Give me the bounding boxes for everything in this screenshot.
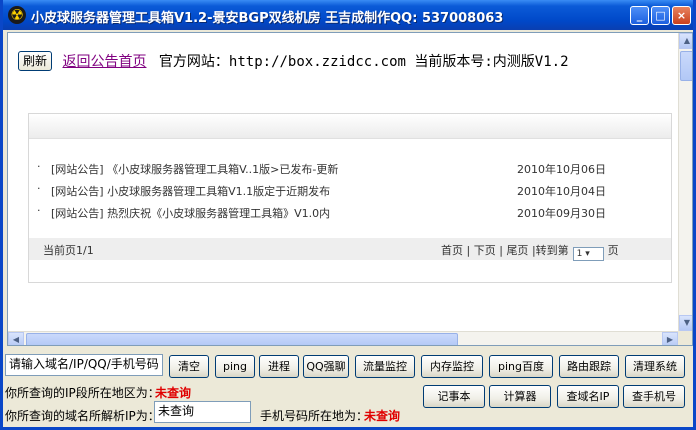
scrollbar-corner <box>678 331 692 345</box>
ip-region-label: 你所查询的IP段所在地区为： <box>5 386 160 400</box>
separator: | <box>466 244 471 257</box>
close-button[interactable]: × <box>672 6 691 25</box>
news-date: 2010年10月06日 <box>517 163 606 176</box>
bullet-icon: · <box>37 204 41 217</box>
first-page-link[interactable]: 首页 <box>441 244 463 257</box>
calculator-button[interactable]: 计算器 <box>489 385 551 408</box>
traceroute-button[interactable]: 路由跟踪 <box>559 355 619 378</box>
list-item[interactable]: · [网站公告] 《小皮球服务器管理工具箱V..1版>已发布-更新 2010年1… <box>37 160 657 178</box>
news-date: 2010年09月30日 <box>517 207 606 220</box>
list-item[interactable]: · [网站公告] 热烈庆祝《小皮球服务器管理工具箱》V1.0内 2010年09月… <box>37 204 657 222</box>
memory-monitor-button[interactable]: 内存监控 <box>421 355 483 378</box>
scroll-down-icon[interactable]: ▼ <box>679 315 692 331</box>
scroll-up-icon[interactable]: ▲ <box>679 33 692 49</box>
separator: | <box>499 244 503 257</box>
ping-button[interactable]: ping <box>215 355 255 378</box>
prev-page-link[interactable]: 下页 <box>474 244 496 257</box>
web-browser-panel: 刷新 返回公告首页 官方网站：http://box.zzidcc.com 当前版… <box>7 32 693 346</box>
process-button[interactable]: 进程 <box>259 355 299 378</box>
list-item[interactable]: · [网站公告] 小皮球服务器管理工具箱V1.1版定于近期发布 2010年10月… <box>37 182 657 200</box>
browser-top-bar: 刷新 返回公告首页 官方网站：http://box.zzidcc.com 当前版… <box>18 51 569 71</box>
scroll-left-icon[interactable]: ◀ <box>8 332 24 345</box>
page-select-value: 1 <box>576 249 583 259</box>
radiation-icon: ☢ <box>8 6 26 24</box>
horizontal-scroll-thumb[interactable] <box>26 333 458 345</box>
announcement-panel: · [网站公告] 《小皮球服务器管理工具箱V..1版>已发布-更新 2010年1… <box>28 113 672 283</box>
refresh-button[interactable]: 刷新 <box>18 51 53 71</box>
panel-header <box>29 114 671 139</box>
maximize-button[interactable]: □ <box>651 6 670 25</box>
notepad-button[interactable]: 记事本 <box>423 385 485 408</box>
minimize-button[interactable]: _ <box>630 6 649 25</box>
page-select[interactable]: 1 ▾ <box>572 247 604 261</box>
news-title[interactable]: [网站公告] 热烈庆祝《小皮球服务器管理工具箱》V1.0内 <box>51 205 330 221</box>
traffic-monitor-button[interactable]: 流量监控 <box>355 355 415 378</box>
phone-region-label: 手机号码所在地为： <box>260 409 369 423</box>
tools-panel: 请输入域名/IP/QQ/手机号码 清空 ping 进程 QQ强聊 流量监控 内存… <box>3 350 693 430</box>
page-suffix: 页 <box>607 244 619 257</box>
lookup-phone-button[interactable]: 查手机号 <box>623 385 685 408</box>
site-info-text: 官方网站：http://box.zzidcc.com 当前版本号:内测版V1.2 <box>158 54 569 70</box>
title-bar[interactable]: ☢ 小皮球服务器管理工具箱V1.2-景安BGP双线机房 王吉成制作QQ: 537… <box>3 0 693 30</box>
current-page-label: 当前页1/1 <box>43 244 94 257</box>
horizontal-scrollbar[interactable]: ◀ ▶ <box>8 331 678 345</box>
query-input[interactable]: 请输入域名/IP/QQ/手机号码 <box>5 354 163 376</box>
news-title[interactable]: [网站公告] 小皮球服务器管理工具箱V1.1版定于近期发布 <box>51 183 330 199</box>
pagination-nav: 首页 | 下页 | 尾页 |转到第 1 ▾ 页 <box>441 242 619 261</box>
vertical-scrollbar[interactable]: ▲ ▼ <box>678 33 692 331</box>
pagination-bar: 当前页1/1 首页 | 下页 | 尾页 |转到第 1 ▾ 页 <box>29 238 671 261</box>
domain-ip-field[interactable]: 未查询 <box>154 401 251 423</box>
domain-ip-label: 你所查询的域名所解析IP为： <box>5 409 160 423</box>
clear-button[interactable]: 清空 <box>169 355 209 378</box>
clean-system-button[interactable]: 清理系统 <box>625 355 685 378</box>
vertical-scroll-thumb[interactable] <box>680 51 692 81</box>
ip-region-value: 未查询 <box>155 386 192 400</box>
lookup-domain-ip-button[interactable]: 查域名IP <box>557 385 619 408</box>
bullet-icon: · <box>37 182 41 195</box>
window-title: 小皮球服务器管理工具箱V1.2-景安BGP双线机房 王吉成制作QQ: 53700… <box>31 11 504 26</box>
app-window: ☢ 小皮球服务器管理工具箱V1.2-景安BGP双线机房 王吉成制作QQ: 537… <box>0 0 696 430</box>
home-link[interactable]: 返回公告首页 <box>62 54 146 70</box>
bullet-icon: · <box>37 160 41 173</box>
phone-region-value: 未查询 <box>364 409 401 423</box>
qq-chat-button[interactable]: QQ强聊 <box>303 355 349 378</box>
news-date: 2010年10月04日 <box>517 185 606 198</box>
last-page-link[interactable]: 尾页 <box>506 244 528 257</box>
chevron-down-icon: ▾ <box>585 249 590 259</box>
ping-baidu-button[interactable]: ping百度 <box>489 355 553 378</box>
goto-label: 转到第 <box>535 244 569 257</box>
news-title[interactable]: [网站公告] 《小皮球服务器管理工具箱V..1版>已发布-更新 <box>51 161 338 177</box>
scroll-right-icon[interactable]: ▶ <box>662 332 678 345</box>
